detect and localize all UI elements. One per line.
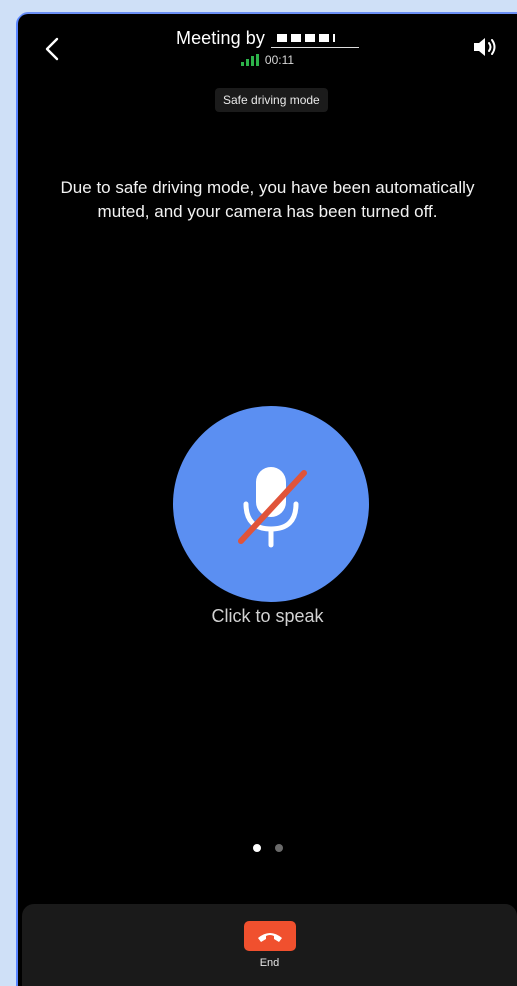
- page-dot-2[interactable]: [274, 844, 283, 852]
- end-call-button[interactable]: [243, 921, 296, 951]
- call-controls-bar: End: [22, 904, 517, 986]
- page-dot-1[interactable]: [252, 844, 261, 852]
- signal-strength-icon: [240, 54, 259, 66]
- meeting-header: Meeting by 00:11: [18, 28, 517, 71]
- page-indicator: [18, 844, 517, 852]
- meeting-title-text: Meeting by: [175, 28, 266, 48]
- phone-hangup-icon: [257, 933, 282, 942]
- call-status: 00:11: [240, 53, 295, 67]
- muted-message: Due to safe driving mode, you have been …: [60, 178, 475, 221]
- speaker-button[interactable]: [471, 34, 501, 60]
- click-to-speak-label: Click to speak: [211, 606, 324, 626]
- meeting-title: Meeting by: [175, 28, 360, 49]
- call-duration: 00:11: [264, 53, 295, 67]
- mic-toggle-button[interactable]: [173, 406, 369, 602]
- safe-driving-badge: Safe driving mode: [215, 88, 328, 112]
- end-call-label: End: [259, 957, 280, 969]
- mobile-screen: Meeting by 00:11 Safe driving mode Due t…: [18, 14, 517, 986]
- speaker-icon: [474, 38, 496, 56]
- host-name-redacted: [271, 30, 360, 48]
- mic-off-icon: [238, 467, 307, 548]
